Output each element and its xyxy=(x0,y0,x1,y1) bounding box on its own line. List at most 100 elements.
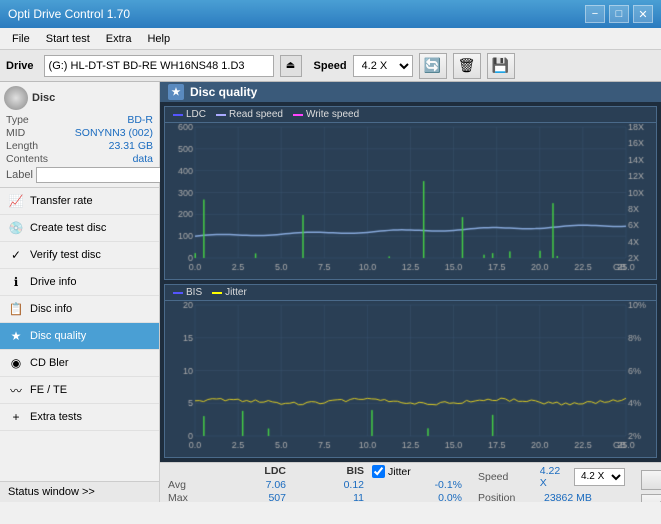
speed-label: Speed xyxy=(314,60,347,72)
stats-header-ldc: LDC xyxy=(216,465,286,478)
sidebar-item-disc-info[interactable]: 📋 Disc info xyxy=(0,296,159,323)
menu-file[interactable]: File xyxy=(4,32,38,46)
sidebar-label-drive-info: Drive info xyxy=(30,276,76,288)
menu-start-test[interactable]: Start test xyxy=(38,32,98,46)
status-window-label: Status window >> xyxy=(8,486,95,498)
chart-legend-2: BIS Jitter xyxy=(165,285,656,301)
sidebar-item-fe-te[interactable]: 〰 FE / TE xyxy=(0,377,159,404)
disc-info-icon: 📋 xyxy=(8,301,24,317)
content-area: ★ Disc quality LDC Read speed xyxy=(160,82,661,502)
disc-quality-title: Disc quality xyxy=(190,85,257,99)
menu-extra[interactable]: Extra xyxy=(98,32,140,46)
cd-bler-icon: ◉ xyxy=(8,355,24,371)
drive-selector[interactable]: (G:) HL-DT-ST BD-RE WH16NS48 1.D3 xyxy=(44,55,274,77)
sidebar-label-fe-te: FE / TE xyxy=(30,384,67,396)
disc-label-input[interactable] xyxy=(36,167,174,183)
bis-legend-dot xyxy=(173,292,183,294)
jitter-legend-dot xyxy=(212,292,222,294)
disc-mid-row: MID SONYNN3 (002) xyxy=(4,127,155,139)
sidebar-item-extra-tests[interactable]: + Extra tests xyxy=(0,404,159,431)
legend-write-speed: Write speed xyxy=(293,109,359,120)
create-test-disc-icon: 💿 xyxy=(8,220,24,236)
max-bis: 11 xyxy=(294,492,364,502)
stats-bar: LDC BIS Jitter Avg 7.06 0.12 -0.1% Max 5… xyxy=(160,462,661,502)
legend-read-speed-label: Read speed xyxy=(229,109,283,120)
stats-avg-row: Avg 7.06 0.12 -0.1% xyxy=(168,479,462,491)
disc-type-label: Type xyxy=(6,114,29,126)
speed-row: Speed 4.22 X 4.2 X xyxy=(478,465,625,489)
avg-jitter: -0.1% xyxy=(372,479,462,491)
position-label: Position xyxy=(478,492,538,503)
status-window-button[interactable]: Status window >> xyxy=(0,481,159,502)
start-full-button[interactable]: Start full xyxy=(641,470,661,490)
jitter-checkbox[interactable] xyxy=(372,465,385,478)
sidebar-label-cd-bler: CD Bler xyxy=(30,357,69,369)
maximize-button[interactable]: □ xyxy=(609,5,629,23)
disc-length-row: Length 23.31 GB xyxy=(4,140,155,152)
sidebar-item-verify-test-disc[interactable]: ✓ Verify test disc xyxy=(0,242,159,269)
chart-legend-1: LDC Read speed Write speed xyxy=(165,107,656,123)
disc-contents-value: data xyxy=(133,153,153,165)
legend-bis-label: BIS xyxy=(186,287,202,298)
speed-selector[interactable]: 4.2 X xyxy=(353,55,413,77)
disc-panel: Disc Type BD-R MID SONYNN3 (002) Length … xyxy=(0,82,159,188)
avg-bis: 0.12 xyxy=(294,479,364,491)
action-buttons: Start full Start part xyxy=(641,470,661,503)
stats-table: LDC BIS Jitter Avg 7.06 0.12 -0.1% Max 5… xyxy=(168,465,462,502)
sidebar-item-drive-info[interactable]: ℹ Drive info xyxy=(0,269,159,296)
legend-jitter-label: Jitter xyxy=(225,287,247,298)
sidebar-item-cd-bler[interactable]: ◉ CD Bler xyxy=(0,350,159,377)
sidebar-label-disc-quality: Disc quality xyxy=(30,330,86,342)
title-bar: Opti Drive Control 1.70 − □ ✕ xyxy=(0,0,661,28)
disc-type-row: Type BD-R xyxy=(4,114,155,126)
disc-quality-icon: ★ xyxy=(8,328,24,344)
disc-type-value: BD-R xyxy=(127,114,153,126)
close-button[interactable]: ✕ xyxy=(633,5,653,23)
avg-ldc: 7.06 xyxy=(216,479,286,491)
read-button[interactable]: 🔄 xyxy=(419,53,447,79)
jitter-label: Jitter xyxy=(388,466,411,478)
drive-eject-button[interactable]: ⏏ xyxy=(280,55,302,77)
position-row: Position 23862 MB xyxy=(478,492,625,503)
chart2-canvas xyxy=(165,301,656,454)
app-title: Opti Drive Control 1.70 xyxy=(8,7,130,21)
sidebar-label-transfer-rate: Transfer rate xyxy=(30,195,93,207)
speed-dropdown[interactable]: 4.2 X xyxy=(574,468,626,486)
position-value: 23862 MB xyxy=(544,492,592,503)
window-controls: − □ ✕ xyxy=(585,5,653,23)
main-layout: Disc Type BD-R MID SONYNN3 (002) Length … xyxy=(0,82,661,502)
disc-length-value: 23.31 GB xyxy=(109,140,153,152)
sidebar-label-disc-info: Disc info xyxy=(30,303,72,315)
max-jitter: 0.0% xyxy=(372,492,462,502)
menu-help[interactable]: Help xyxy=(139,32,178,46)
start-part-button[interactable]: Start part xyxy=(641,494,661,503)
stats-header-row: LDC BIS Jitter xyxy=(168,465,462,478)
legend-bis: BIS xyxy=(173,287,202,298)
erase-button[interactable]: 🗑 xyxy=(453,53,481,79)
verify-test-disc-icon: ✓ xyxy=(8,247,24,263)
stats-jitter-check[interactable]: Jitter xyxy=(372,465,462,478)
sidebar-item-transfer-rate[interactable]: 📈 Transfer rate xyxy=(0,188,159,215)
save-button[interactable]: 💾 xyxy=(487,53,515,79)
read-speed-legend-dot xyxy=(216,114,226,116)
drive-info-icon: ℹ xyxy=(8,274,24,290)
stats-header-blank xyxy=(168,465,208,478)
minimize-button[interactable]: − xyxy=(585,5,605,23)
write-speed-legend-dot xyxy=(293,114,303,116)
speed-stat-value: 4.22 X xyxy=(540,465,568,489)
chart-container: LDC Read speed Write speed xyxy=(160,102,661,462)
sidebar-item-disc-quality[interactable]: ★ Disc quality xyxy=(0,323,159,350)
disc-section-label: Disc xyxy=(32,92,55,104)
drive-value: (G:) HL-DT-ST BD-RE WH16NS48 1.D3 xyxy=(49,60,245,72)
ldc-legend-dot xyxy=(173,114,183,116)
chart-bis: BIS Jitter xyxy=(164,284,657,458)
max-ldc: 507 xyxy=(216,492,286,502)
avg-label: Avg xyxy=(168,479,208,491)
legend-ldc-label: LDC xyxy=(186,109,206,120)
fe-te-icon: 〰 xyxy=(8,382,24,398)
sidebar-item-create-test-disc[interactable]: 💿 Create test disc xyxy=(0,215,159,242)
stats-header-bis: BIS xyxy=(294,465,364,478)
extra-tests-icon: + xyxy=(8,409,24,425)
menu-bar: File Start test Extra Help xyxy=(0,28,661,50)
disc-mid-value: SONYNN3 (002) xyxy=(75,127,153,139)
